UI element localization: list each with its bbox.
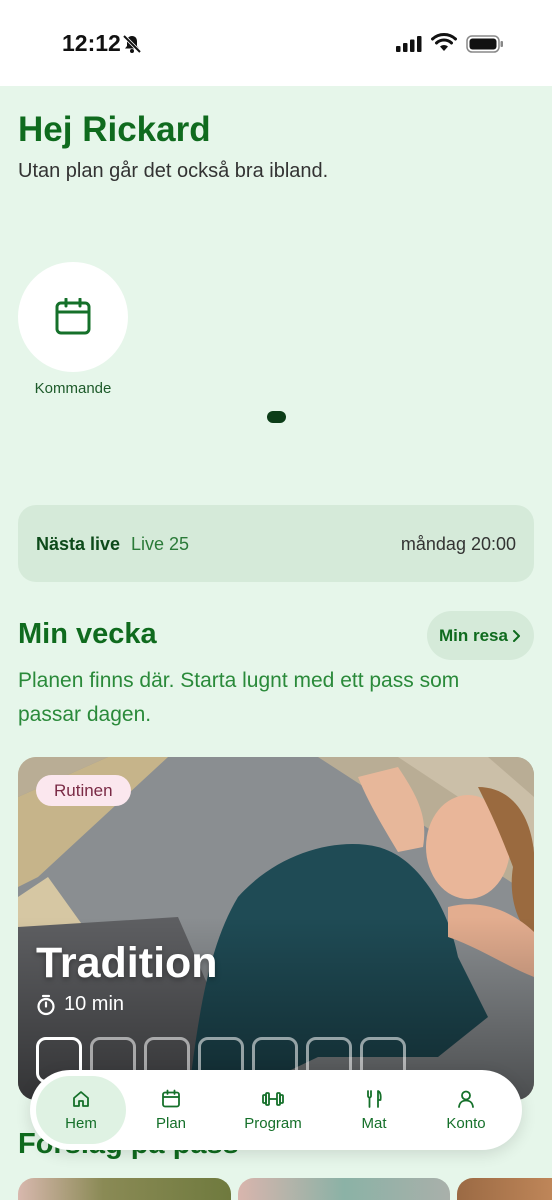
- next-live-label: Nästa live: [36, 534, 121, 554]
- chevron-right-icon: [512, 629, 520, 642]
- greeting-subtitle: Utan plan går det också bra ibland.: [18, 160, 329, 182]
- stopwatch-icon: [37, 994, 55, 1015]
- cellular-signal-icon: [396, 36, 422, 57]
- nav-item-label: Hem: [65, 1114, 97, 1132]
- nav-item-label: Mat: [361, 1114, 387, 1132]
- nav-item-food[interactable]: Mat: [329, 1076, 419, 1144]
- battery-icon: [466, 35, 504, 58]
- suggestion-card[interactable]: [457, 1178, 552, 1200]
- workout-card[interactable]: Rutinen Tradition 10 min: [18, 757, 534, 1100]
- nav-item-home[interactable]: Hem: [36, 1076, 126, 1144]
- shortcut-upcoming-button[interactable]: [18, 262, 128, 372]
- suggestion-card[interactable]: [18, 1178, 231, 1200]
- status-time: 12:12: [62, 30, 121, 56]
- nav-item-label: Plan: [155, 1114, 187, 1132]
- greeting-title: Hej Rickard: [18, 110, 211, 149]
- next-live-time: måndag 20:00: [400, 534, 516, 554]
- nav-item-account[interactable]: Konto: [421, 1076, 511, 1144]
- nav-item-plan[interactable]: Plan: [126, 1076, 216, 1144]
- fork-knife-icon: [367, 1089, 382, 1108]
- bottom-nav: Hem Plan Program Mat Konto: [30, 1070, 522, 1150]
- nav-item-program[interactable]: Program: [228, 1076, 318, 1144]
- workout-tag: Rutinen: [36, 775, 131, 806]
- wifi-icon: [431, 33, 457, 58]
- nav-item-label: Konto: [446, 1114, 486, 1132]
- next-live-name: Live 25: [131, 534, 190, 554]
- my-journey-label: Min resa: [439, 625, 508, 645]
- status-bar: 12:12: [0, 0, 552, 86]
- week-title: Min vecka: [18, 618, 157, 650]
- person-icon: [458, 1090, 474, 1108]
- workout-duration-text: 10 min: [64, 993, 125, 1015]
- home-icon: [73, 1090, 89, 1107]
- calendar-icon: [162, 1089, 180, 1107]
- calendar-icon: [55, 298, 91, 335]
- nav-item-label: Program: [244, 1114, 302, 1132]
- dumbbell-icon: [262, 1091, 284, 1106]
- suggestion-card[interactable]: [238, 1178, 450, 1200]
- pager-indicator: [267, 411, 286, 423]
- next-live-card[interactable]: Nästa live Live 25 måndag 20:00: [18, 505, 534, 582]
- shortcut-upcoming-label: Kommande: [34, 380, 112, 397]
- bell-off-icon: [122, 34, 142, 59]
- week-subtitle: Planen finns där. Starta lugnt med ett p…: [18, 669, 460, 726]
- workout-duration: 10 min: [36, 993, 124, 1016]
- my-journey-button[interactable]: Min resa: [427, 611, 534, 660]
- workout-title: Tradition: [36, 939, 218, 987]
